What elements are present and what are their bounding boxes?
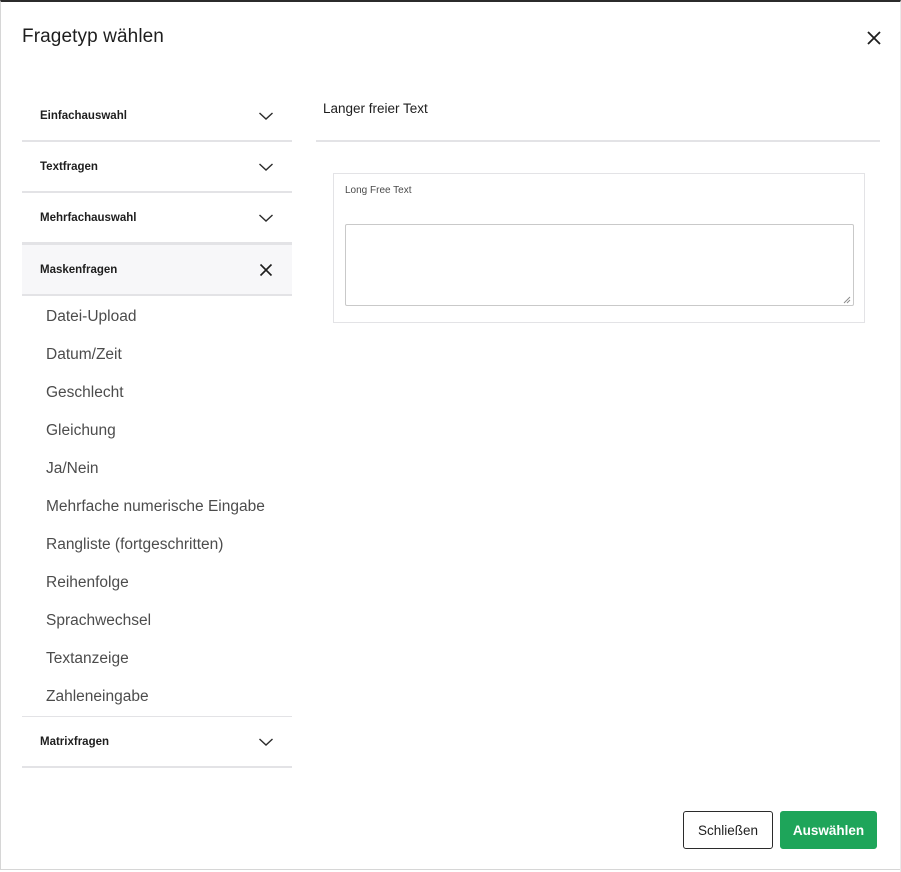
close-icon[interactable] [866, 30, 884, 48]
dialog-title: Fragetyp wählen [22, 26, 164, 47]
select-button[interactable]: Auswählen [780, 811, 877, 849]
accordion-header-textfragen[interactable]: Textfragen [22, 142, 292, 193]
close-button[interactable]: Schließen [683, 811, 773, 849]
maskenfragen-items: Datei-Upload Datum/Zeit Geschlecht Gleic… [22, 296, 292, 717]
preview-question-label: Long Free Text [345, 185, 412, 196]
close-icon [259, 263, 273, 276]
preview-divider [316, 140, 880, 142]
question-type-zahleneingabe[interactable]: Zahleneingabe [22, 678, 292, 716]
question-type-datei-upload[interactable]: Datei-Upload [22, 298, 292, 336]
accordion-label: Matrixfragen [40, 735, 110, 748]
question-type-textanzeige[interactable]: Textanzeige [22, 640, 292, 678]
accordion-header-einfachauswahl[interactable]: Einfachauswahl [22, 91, 292, 142]
question-type-ja-nein[interactable]: Ja/Nein [22, 450, 292, 488]
accordion-label: Textfragen [40, 160, 98, 173]
question-type-accordion: Einfachauswahl Textfragen Mehrfachauswah… [22, 91, 292, 768]
question-type-mehrfache-numerische-eingabe[interactable]: Mehrfache numerische Eingabe [22, 488, 292, 526]
accordion-label: Maskenfragen [40, 263, 118, 276]
accordion-header-matrixfragen[interactable]: Matrixfragen [22, 717, 292, 768]
chevron-down-icon [259, 213, 273, 222]
accordion-label: Einfachauswahl [40, 109, 127, 122]
chevron-down-icon [259, 162, 273, 171]
question-type-dialog: Fragetyp wählen Einfachauswahl Textfrage… [0, 0, 901, 872]
preview-card: Long Free Text [333, 173, 865, 323]
resize-grip-icon[interactable] [842, 295, 851, 304]
accordion-header-mehrfachauswahl[interactable]: Mehrfachauswahl [22, 193, 292, 244]
question-type-geschlecht[interactable]: Geschlecht [22, 374, 292, 412]
chevron-down-icon [259, 737, 273, 746]
question-type-sprachwechsel[interactable]: Sprachwechsel [22, 602, 292, 640]
chevron-down-icon [259, 111, 273, 120]
question-type-gleichung[interactable]: Gleichung [22, 412, 292, 450]
preview-long-text-input[interactable] [345, 224, 854, 306]
question-type-datum-zeit[interactable]: Datum/Zeit [22, 336, 292, 374]
question-type-rangliste[interactable]: Rangliste (fortgeschritten) [22, 526, 292, 564]
accordion-label: Mehrfachauswahl [40, 211, 137, 224]
preview-title: Langer freier Text [323, 101, 428, 116]
question-type-reihenfolge[interactable]: Reihenfolge [22, 564, 292, 602]
accordion-header-maskenfragen[interactable]: Maskenfragen [22, 244, 292, 296]
